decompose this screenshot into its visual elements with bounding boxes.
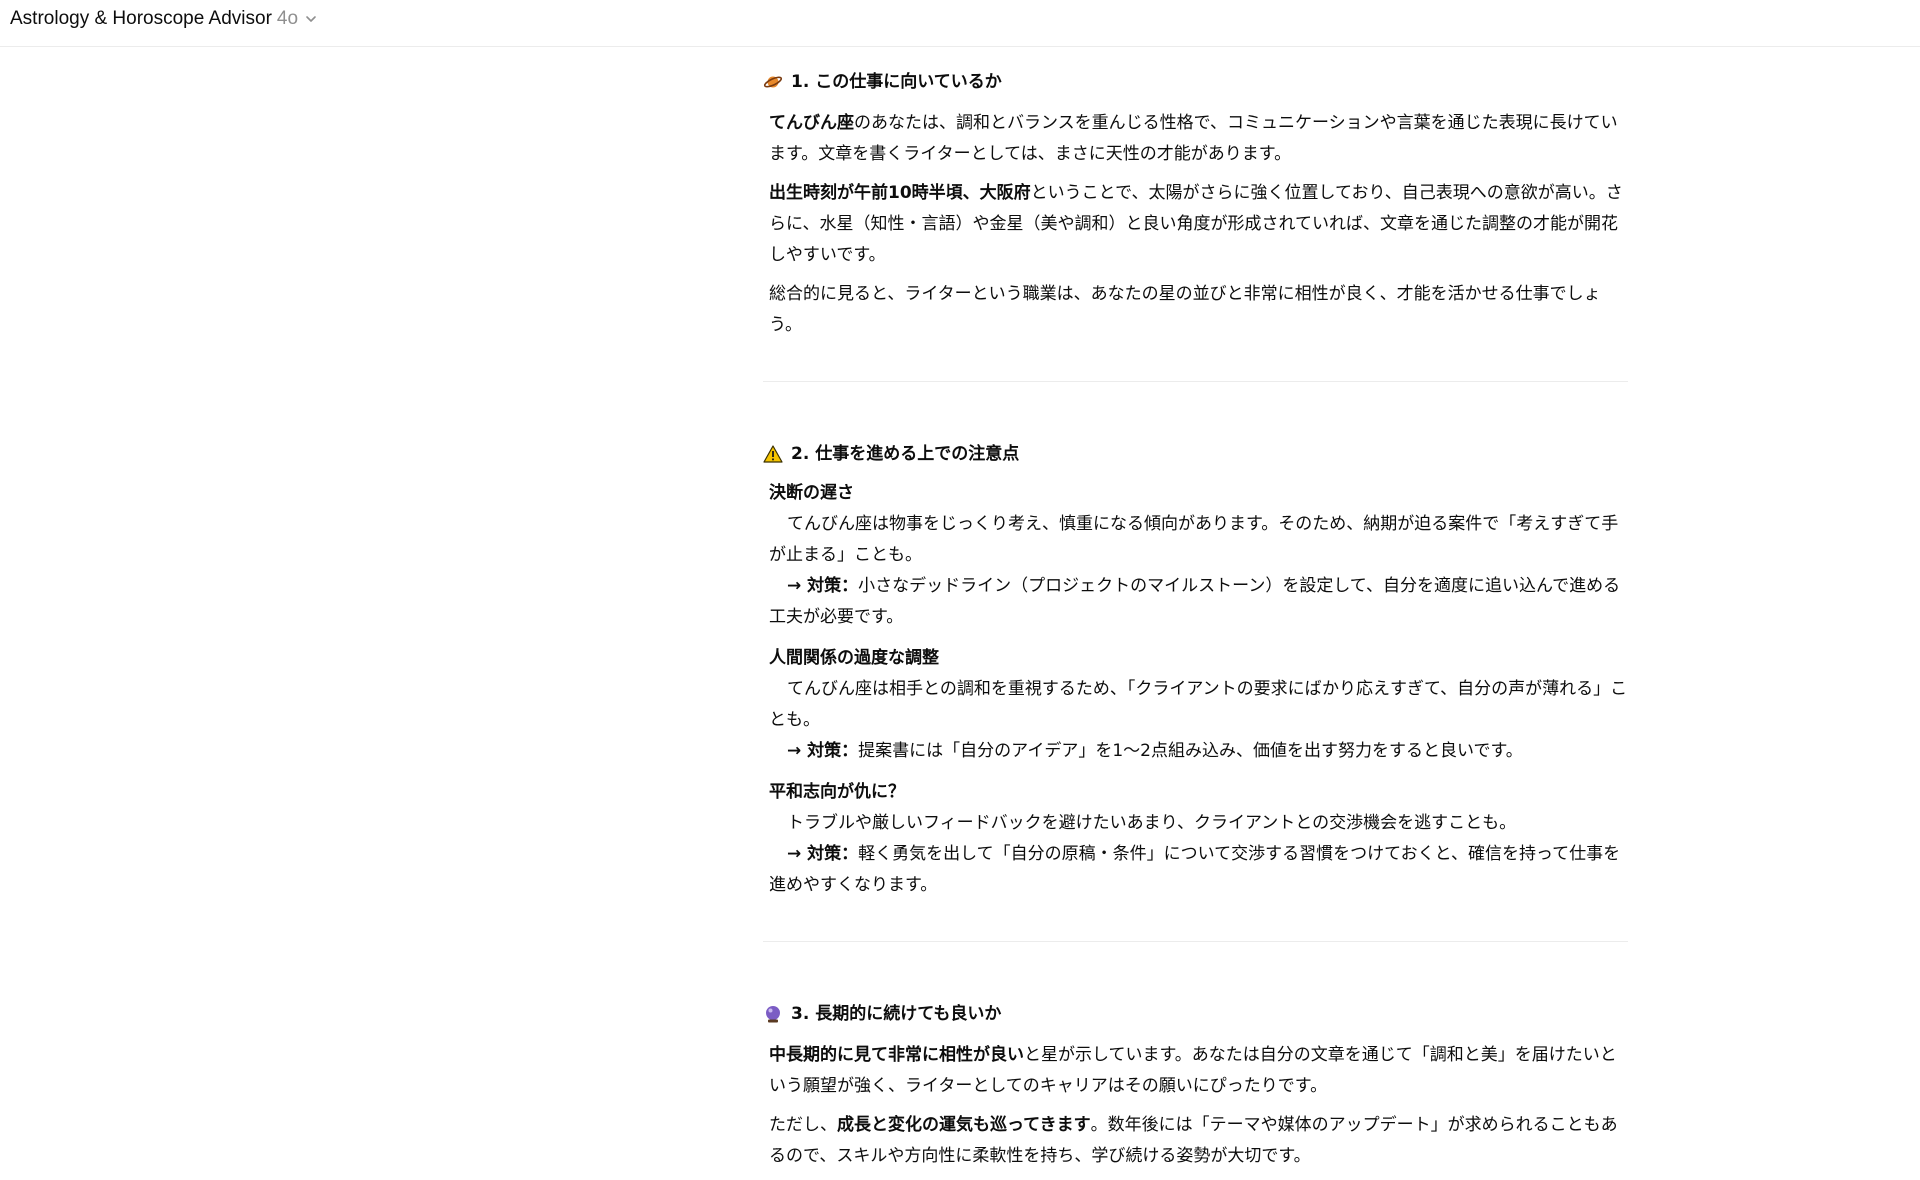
caution-title: 人間関係の過度な調整 xyxy=(769,648,939,668)
section-heading: 1. この仕事に向いているか xyxy=(763,62,1628,102)
caution-advice: → 対策：小さなデッドライン（プロジェクトのマイルストーン）を設定して、自分を適… xyxy=(769,576,1621,627)
app-title: Astrology & Horoscope Advisor xyxy=(10,8,272,29)
caution-title: 決断の遅さ xyxy=(769,483,854,503)
paragraph: 出生時刻が午前10時半頃、大阪府ということで、太陽がさらに強く位置しており、自己… xyxy=(769,183,1623,265)
divider xyxy=(763,381,1628,382)
caution-advice: → 対策：提案書には「自分のアイデア」を1〜2点組み込み、価値を出す努力をすると… xyxy=(787,741,1523,761)
section-suitability: 1. この仕事に向いているか てんびん座のあなたは、調和とバランスを重んじる性格… xyxy=(763,62,1628,341)
caution-title: 平和志向が仇に？ xyxy=(769,782,905,802)
model-version: 4o xyxy=(276,8,299,29)
caution-description: てんびん座は物事をじっくり考え、慎重になる傾向があります。そのため、納期が迫る案… xyxy=(769,514,1619,565)
model-selector-button[interactable]: Astrology & Horoscope Advisor 4o xyxy=(10,6,318,32)
caution-description: てんびん座は相手との調和を重視するため、「クライアントの要求にばかり応えすぎて、… xyxy=(769,679,1628,730)
caution-advice: → 対策：軽く勇気を出して「自分の原稿・条件」について交渉する習慣をつけておくと… xyxy=(769,844,1621,895)
paragraph: 総合的に見ると、ライターという職業は、あなたの星の並びと非常に相性が良く、才能を… xyxy=(769,284,1601,335)
crystal-ball-icon xyxy=(763,1004,783,1024)
ringed-planet-icon xyxy=(763,72,783,92)
section-heading: 3. 長期的に続けても良いか xyxy=(763,994,1628,1034)
section-heading: 2. 仕事を進める上での注意点 xyxy=(763,434,1628,474)
divider xyxy=(763,941,1628,942)
caution-description: トラブルや厳しいフィードバックを避けたいあまり、クライアントとの交渉機会を逃すこ… xyxy=(787,813,1517,833)
section-long-term: 3. 長期的に続けても良いか 中長期的に見て非常に相性が良いと星が示しています。… xyxy=(763,994,1628,1172)
section-cautions: 2. 仕事を進める上での注意点 決断の遅さ てんびん座は物事をじっくり考え、慎重… xyxy=(763,434,1628,901)
chevron-down-icon xyxy=(304,12,318,26)
paragraph: てんびん座のあなたは、調和とバランスを重んじる性格で、コミュニケーションや言葉を… xyxy=(769,113,1618,164)
assistant-message: 1. この仕事に向いているか てんびん座のあなたは、調和とバランスを重んじる性格… xyxy=(763,62,1628,1180)
warning-icon xyxy=(763,444,783,464)
paragraph: 中長期的に見て非常に相性が良いと星が示しています。あなたは自分の文章を通じて「調… xyxy=(769,1045,1617,1096)
paragraph: ただし、成長と変化の運気も巡ってきます。数年後には「テーマや媒体のアップデート」… xyxy=(769,1115,1618,1166)
top-bar: Astrology & Horoscope Advisor 4o xyxy=(0,0,1920,47)
